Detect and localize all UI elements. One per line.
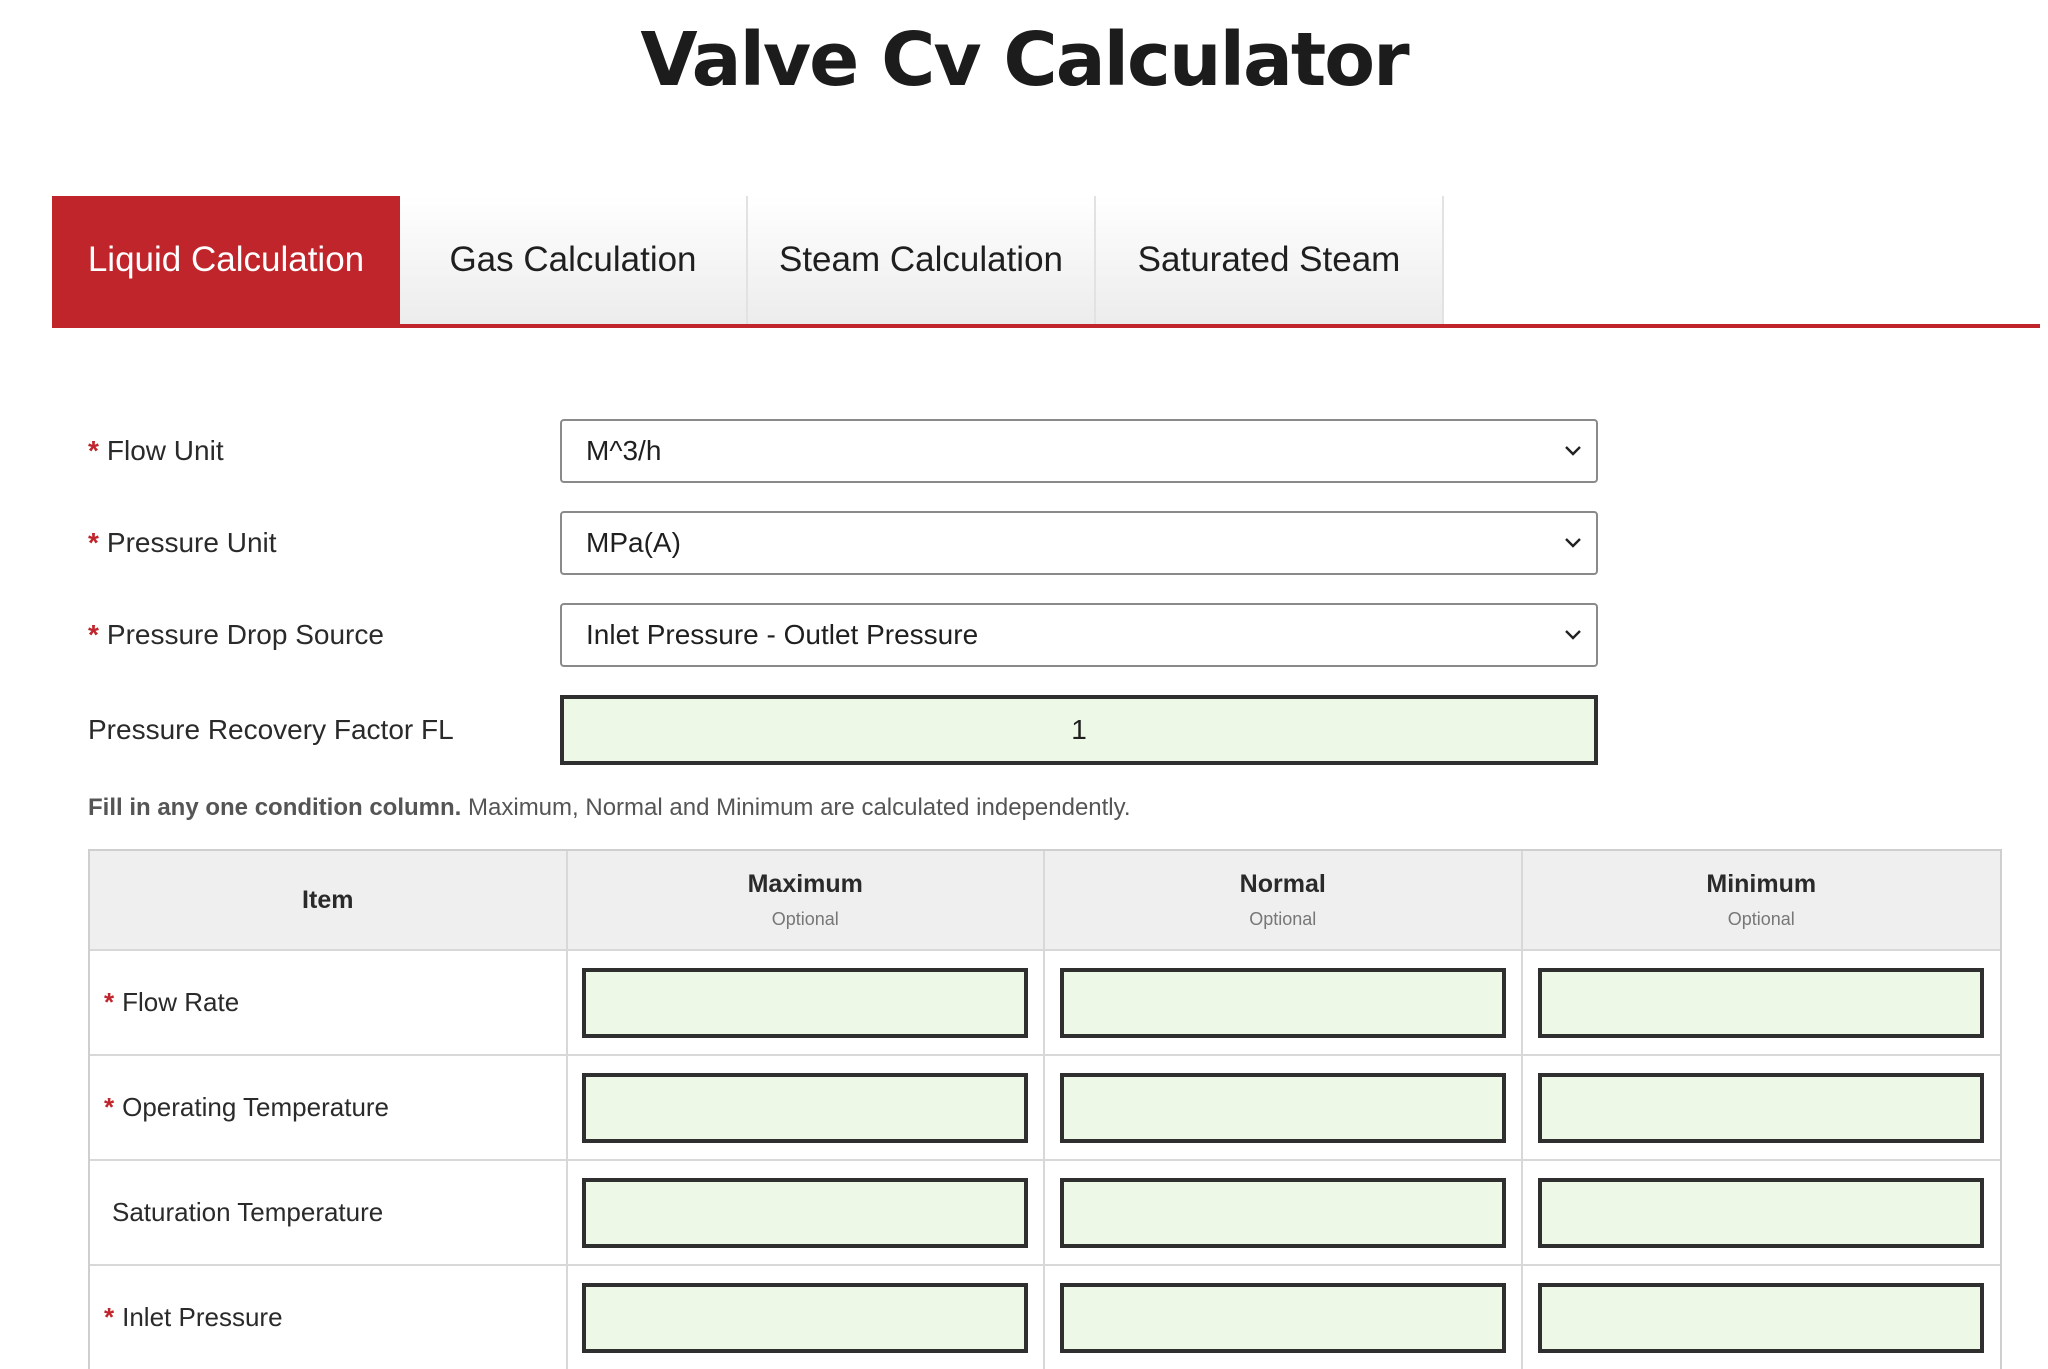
saturation-temperature-normal-input[interactable]: [1059, 1177, 1506, 1248]
table-row: * Flow Rate: [90, 951, 2000, 1056]
row-label-operating-temperature: * Operating Temperature: [90, 1056, 568, 1159]
tab-saturated-steam[interactable]: Saturated Steam: [1096, 196, 1444, 324]
chevron-down-icon: [1560, 622, 1586, 648]
pressure-unit-label: * Pressure Unit: [88, 527, 277, 558]
pressure-drop-source-select[interactable]: Inlet Pressure - Outlet Pressure: [560, 603, 1598, 667]
pressure-drop-source-label: * Pressure Drop Source: [88, 619, 384, 650]
flow-unit-select[interactable]: M^3/h: [560, 419, 1598, 483]
pressure-drop-source-value: Inlet Pressure - Outlet Pressure: [586, 619, 979, 650]
header-maximum: Maximum Optional: [568, 851, 1045, 949]
pressure-unit-value: MPa(A): [586, 527, 681, 558]
required-marker: *: [88, 619, 99, 650]
header-minimum: Minimum Optional: [1706, 870, 1817, 929]
flow-rate-maximum-input[interactable]: [582, 967, 1029, 1038]
table-row: Saturation Temperature: [90, 1161, 2000, 1266]
tab-liquid-calculation[interactable]: Liquid Calculation: [52, 196, 400, 324]
table-header-row: Item Maximum Optional Normal Optional Mi…: [90, 851, 2000, 951]
flow-unit-label: * Flow Unit: [88, 435, 224, 466]
pressure-unit-row: * Pressure Unit MPa(A): [88, 511, 1598, 575]
table-row: * Inlet Pressure: [90, 1266, 2000, 1369]
row-label-flow-rate: * Flow Rate: [90, 951, 568, 1054]
operating-temperature-minimum-input[interactable]: [1538, 1072, 1985, 1143]
flow-rate-minimum-input[interactable]: [1538, 967, 1985, 1038]
row-label-inlet-pressure: * Inlet Pressure: [90, 1266, 568, 1369]
recovery-factor-row: Pressure Recovery Factor FL: [88, 695, 1598, 765]
recovery-factor-input[interactable]: [560, 695, 1598, 765]
calculation-tabs: Liquid Calculation Gas Calculation Steam…: [52, 196, 2040, 328]
saturation-temperature-maximum-input[interactable]: [582, 1177, 1029, 1248]
instruction-note-bold: Fill in any one condition column.: [88, 794, 462, 821]
table-row: * Operating Temperature: [90, 1056, 2000, 1161]
inlet-pressure-minimum-input[interactable]: [1538, 1282, 1985, 1353]
operating-temperature-maximum-input[interactable]: [582, 1072, 1029, 1143]
saturation-temperature-minimum-input[interactable]: [1538, 1177, 1985, 1248]
pressure-drop-source-row: * Pressure Drop Source Inlet Pressure - O…: [88, 603, 1598, 667]
chevron-down-icon: [1560, 530, 1586, 556]
instruction-note-text: Maximum, Normal and Minimum are calculat…: [468, 794, 1131, 821]
row-label-saturation-temperature: Saturation Temperature: [90, 1161, 568, 1264]
required-marker: *: [88, 435, 99, 466]
required-marker: *: [88, 527, 99, 558]
operating-temperature-normal-input[interactable]: [1059, 1072, 1506, 1143]
flow-unit-row: * Flow Unit M^3/h: [88, 419, 1598, 483]
page-title: Valve Cv Calculator: [640, 17, 1409, 103]
header-normal: Normal Optional: [1045, 851, 1523, 949]
recovery-factor-label: Pressure Recovery Factor FL: [88, 714, 454, 745]
conditions-table: Item Maximum Optional Normal Optional Mi…: [88, 849, 2002, 1369]
instruction-note: Fill in any one condition column. Maximu…: [88, 794, 1131, 822]
tab-steam-calculation[interactable]: Steam Calculation: [748, 196, 1096, 324]
tab-gas-calculation[interactable]: Gas Calculation: [400, 196, 748, 324]
flow-rate-normal-input[interactable]: [1059, 967, 1506, 1038]
inlet-pressure-maximum-input[interactable]: [582, 1282, 1029, 1353]
flow-unit-value: M^3/h: [586, 435, 662, 466]
inlet-pressure-normal-input[interactable]: [1059, 1282, 1506, 1353]
header-item: Item: [90, 851, 568, 949]
pressure-unit-select[interactable]: MPa(A): [560, 511, 1598, 575]
chevron-down-icon: [1560, 438, 1586, 464]
